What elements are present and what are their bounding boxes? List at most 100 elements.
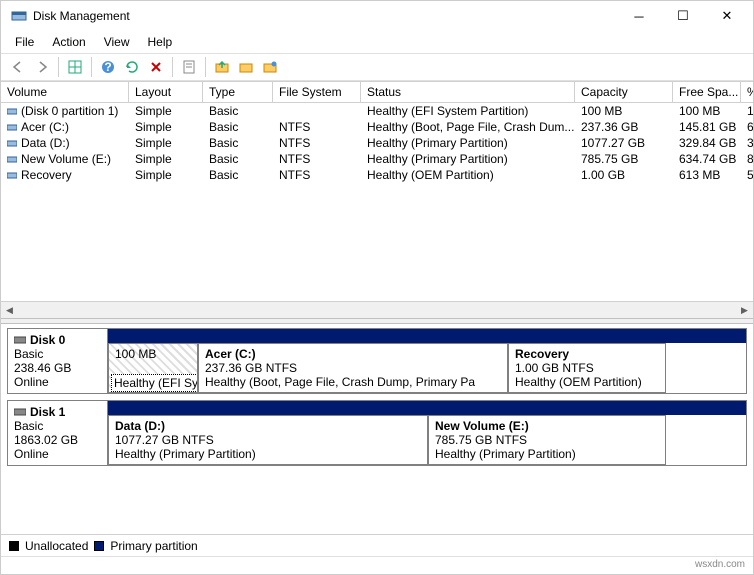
- scroll-left-icon[interactable]: ◀: [1, 302, 18, 319]
- scroll-right-icon[interactable]: ▶: [736, 302, 753, 319]
- partition-size: 237.36 GB NTFS: [205, 361, 501, 375]
- col-fs[interactable]: File System: [273, 82, 361, 103]
- titlebar: Disk Management ─ ☐ ✕: [1, 1, 753, 31]
- toolbar-separator: [91, 57, 92, 77]
- cell-pct: 5: [741, 167, 753, 183]
- table-row[interactable]: (Disk 0 partition 1)SimpleBasicHealthy (…: [1, 103, 753, 119]
- col-free[interactable]: Free Spa...: [673, 82, 741, 103]
- delete-icon[interactable]: [145, 56, 167, 78]
- cell-layout: Simple: [129, 135, 203, 151]
- menu-help[interactable]: Help: [140, 33, 181, 51]
- action2-icon[interactable]: [235, 56, 257, 78]
- cell-type: Basic: [203, 151, 273, 167]
- hscrollbar[interactable]: ◀ ▶: [1, 301, 753, 318]
- cell-pct: 8: [741, 151, 753, 167]
- col-status[interactable]: Status: [361, 82, 575, 103]
- table-row[interactable]: Acer (C:)SimpleBasicNTFSHealthy (Boot, P…: [1, 119, 753, 135]
- partition[interactable]: 100 MBHealthy (EFI System Partition): [108, 343, 198, 393]
- disk-state: Online: [14, 447, 101, 461]
- cell-pct: 3: [741, 135, 753, 151]
- disk-partitions: Data (D:)1077.27 GB NTFS Healthy (Primary…: [108, 401, 746, 465]
- cell-status: Healthy (Primary Partition): [361, 151, 575, 167]
- cell-volume: Data (D:): [1, 135, 129, 151]
- disk-partitions: 100 MBHealthy (EFI System Partition)Acer…: [108, 329, 746, 393]
- col-volume[interactable]: Volume: [1, 82, 129, 103]
- disk-icon: [14, 406, 26, 418]
- help-icon[interactable]: ?: [97, 56, 119, 78]
- partition-status: Healthy (Boot, Page File, Crash Dump, Pr…: [205, 375, 501, 389]
- menu-action[interactable]: Action: [44, 33, 93, 51]
- partition-row: 100 MBHealthy (EFI System Partition)Acer…: [108, 343, 746, 393]
- partition-stripe: [108, 401, 746, 415]
- layout-icon[interactable]: [64, 56, 86, 78]
- minimize-button[interactable]: ─: [617, 1, 661, 31]
- menu-file[interactable]: File: [7, 33, 42, 51]
- legend-swatch-primary: [94, 541, 104, 551]
- partition-stripe: [108, 329, 746, 343]
- partition[interactable]: Data (D:)1077.27 GB NTFSHealthy (Primary…: [108, 415, 428, 465]
- cell-free: 100 MB: [673, 103, 741, 119]
- cell-volume: Acer (C:): [1, 119, 129, 135]
- cell-capacity: 237.36 GB: [575, 119, 673, 135]
- col-layout[interactable]: Layout: [129, 82, 203, 103]
- cell-layout: Simple: [129, 103, 203, 119]
- properties-icon[interactable]: [178, 56, 200, 78]
- cell-free: 145.81 GB: [673, 119, 741, 135]
- legend: Unallocated Primary partition: [1, 534, 753, 556]
- menubar: File Action View Help: [1, 31, 753, 53]
- partition-status: Healthy (Primary Partition): [435, 447, 659, 461]
- volume-icon: [7, 154, 17, 164]
- forward-button[interactable]: [31, 56, 53, 78]
- cell-pct: 6: [741, 119, 753, 135]
- partition[interactable]: New Volume (E:)785.75 GB NTFSHealthy (Pr…: [428, 415, 666, 465]
- refresh-icon[interactable]: [121, 56, 143, 78]
- disk-info[interactable]: Disk 1Basic1863.02 GBOnline: [8, 401, 108, 465]
- back-button[interactable]: [7, 56, 29, 78]
- table-row[interactable]: Data (D:)SimpleBasicNTFSHealthy (Primary…: [1, 135, 753, 151]
- table-row[interactable]: RecoverySimpleBasicNTFSHealthy (OEM Part…: [1, 167, 753, 183]
- close-button[interactable]: ✕: [705, 1, 749, 31]
- disk-type: Basic: [14, 347, 101, 361]
- disk-icon: [14, 334, 26, 346]
- partition[interactable]: Acer (C:)237.36 GB NTFSHealthy (Boot, Pa…: [198, 343, 508, 393]
- cell-status: Healthy (Boot, Page File, Crash Dum...: [361, 119, 575, 135]
- window-title: Disk Management: [33, 9, 617, 23]
- cell-layout: Simple: [129, 119, 203, 135]
- volume-header: Volume Layout Type File System Status Ca…: [1, 81, 753, 103]
- cell-pct: 1: [741, 103, 753, 119]
- cell-capacity: 1.00 GB: [575, 167, 673, 183]
- partition-row: Data (D:)1077.27 GB NTFS Healthy (Primary…: [108, 415, 746, 465]
- disk-pane: Disk 0Basic238.46 GBOnline100 MBHealthy …: [1, 324, 753, 534]
- col-type[interactable]: Type: [203, 82, 273, 103]
- cell-fs: NTFS: [273, 119, 361, 135]
- cell-layout: Simple: [129, 151, 203, 167]
- footer: wsxdn.com: [1, 556, 753, 574]
- app-icon: [11, 8, 27, 24]
- partition-size: 1.00 GB NTFS: [515, 361, 659, 375]
- partition[interactable]: Recovery1.00 GB NTFSHealthy (OEM Partiti…: [508, 343, 666, 393]
- action3-icon[interactable]: [259, 56, 281, 78]
- partition-label: Acer (C:): [205, 347, 501, 361]
- action1-icon[interactable]: [211, 56, 233, 78]
- cell-free: 329.84 GB: [673, 135, 741, 151]
- table-row[interactable]: New Volume (E:)SimpleBasicNTFSHealthy (P…: [1, 151, 753, 167]
- cell-layout: Simple: [129, 167, 203, 183]
- cell-capacity: 1077.27 GB: [575, 135, 673, 151]
- legend-swatch-unallocated: [9, 541, 19, 551]
- cell-fs: NTFS: [273, 135, 361, 151]
- col-capacity[interactable]: Capacity: [575, 82, 673, 103]
- cell-status: Healthy (OEM Partition): [361, 167, 575, 183]
- cell-capacity: 100 MB: [575, 103, 673, 119]
- partition-size: 1077.27 GB NTFS: [115, 433, 421, 447]
- partition-label: Data (D:): [115, 419, 421, 433]
- disk-size: 238.46 GB: [14, 361, 101, 375]
- disk-row: Disk 0Basic238.46 GBOnline100 MBHealthy …: [7, 328, 747, 394]
- toolbar-separator: [172, 57, 173, 77]
- cell-free: 613 MB: [673, 167, 741, 183]
- maximize-button[interactable]: ☐: [661, 1, 705, 31]
- partition-label: Recovery: [515, 347, 659, 361]
- menu-view[interactable]: View: [96, 33, 138, 51]
- volume-icon: [7, 138, 17, 148]
- col-pct[interactable]: %: [741, 82, 753, 103]
- disk-info[interactable]: Disk 0Basic238.46 GBOnline: [8, 329, 108, 393]
